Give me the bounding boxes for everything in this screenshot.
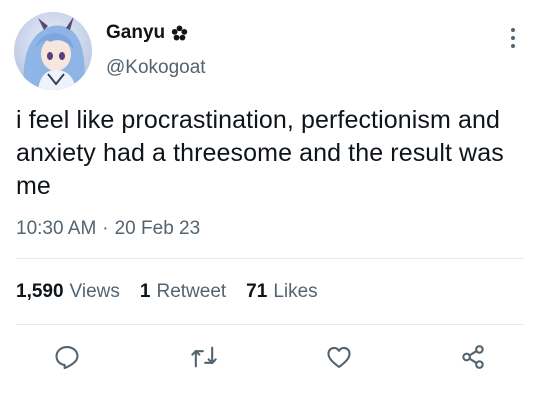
divider [16,258,524,259]
display-name-text: Ganyu [106,22,166,43]
likes-stat[interactable]: 71 Likes [246,281,318,303]
views-count: 1,590 [16,281,64,302]
avatar[interactable] [14,12,92,90]
tweet-card: Ganyu @Kokogoat i feel like procrastinat… [0,0,540,407]
timestamp-separator: · [102,218,109,239]
heart-icon [327,346,351,368]
reply-icon [55,346,79,370]
display-name[interactable]: Ganyu [106,22,188,44]
retweets-count: 1 [139,281,151,302]
avatar-illustration [23,16,85,90]
more-options-button[interactable] [506,24,520,52]
retweets-label: Retweet [156,281,227,302]
tweet-stats: 1,590 Views 1 Retweet 71 Likes [16,281,318,303]
tweet-date: 20 Feb 23 [114,218,201,239]
action-bar [0,340,540,384]
more-dot [511,44,515,48]
tweet-time: 10:30 AM [16,218,97,239]
likes-count: 71 [246,281,268,302]
flower-icon [171,25,188,40]
views-label: Views [69,281,120,302]
divider [16,324,524,325]
user-handle[interactable]: @Kokogoat [106,57,206,79]
tweet-text: i feel like procrastination, perfectioni… [16,106,504,200]
retweets-stat[interactable]: 1 Retweet [140,281,226,303]
more-dot [511,36,515,40]
likes-label: Likes [273,281,318,302]
share-button[interactable] [456,340,490,374]
reply-button[interactable] [50,340,84,374]
share-icon [462,345,484,369]
tweet-timestamp[interactable]: 10:30 AM · 20 Feb 23 [16,218,200,240]
more-dots-icon [511,28,515,32]
retweet-button[interactable] [187,340,221,374]
retweet-icon [191,346,217,368]
like-button[interactable] [322,340,356,374]
views-stat[interactable]: 1,590 Views [16,281,120,303]
